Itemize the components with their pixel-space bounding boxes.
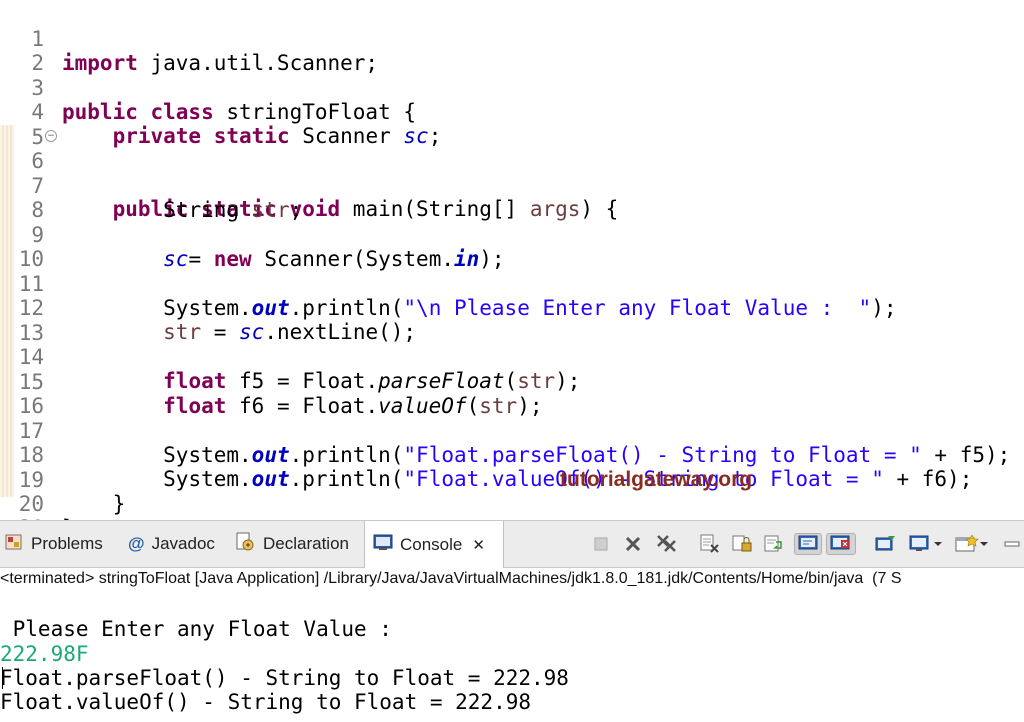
open-console-icon[interactable] (952, 533, 992, 555)
code-line: 12 str = sc.nextLine(); (0, 272, 1024, 296)
console-status-line: <terminated> stringToFloat [Java Applica… (0, 568, 1024, 590)
code-line: 4 private static Scanner sc; (0, 76, 1024, 100)
console-icon (373, 532, 393, 557)
problems-icon (4, 532, 24, 557)
code-line: 10 (0, 223, 1024, 247)
clear-console-icon[interactable] (698, 533, 722, 555)
tab-console[interactable]: Console ✕ (364, 521, 504, 568)
minimize-icon[interactable] (1000, 533, 1024, 555)
code-line: 15 float f6 = Float.valueOf(str); (0, 346, 1024, 370)
code-line: 9 sc= new Scanner(System.in); (0, 199, 1024, 223)
code-line: 19 } (0, 444, 1024, 468)
text-caret (2, 667, 3, 689)
tab-declaration[interactable]: Declaration (234, 521, 349, 567)
declaration-icon (234, 531, 256, 558)
code-line: 18 System.out.println("Float.valueOf() -… (0, 419, 1024, 443)
remove-launch-icon[interactable] (622, 533, 644, 555)
word-wrap-icon[interactable] (762, 533, 786, 555)
terminate-icon[interactable] (592, 533, 610, 555)
code-line: 6 − public static void main(String[] arg… (0, 125, 1024, 149)
console-output-line: Float.parseFloat() - String to Float = 2… (0, 666, 569, 690)
code-line: 21 (0, 492, 1024, 516)
code-line: 3 public class stringToFloat { (0, 52, 1024, 76)
code-line: 1 import java.util.Scanner; (0, 3, 1024, 27)
watermark: tutorialgateway.org (560, 468, 752, 492)
code-line: 13 (0, 297, 1024, 321)
code-line: 2 (0, 27, 1024, 51)
code-line: 17 System.out.println("Float.parseFloat(… (0, 395, 1024, 419)
console-input: 222.98F (0, 642, 89, 666)
show-stdout-icon[interactable] (794, 533, 822, 555)
console-prompt: Please Enter any Float Value : (0, 617, 405, 641)
code-line: 14 float f5 = Float.parseFloat(str); (0, 321, 1024, 345)
code-line: 16 (0, 370, 1024, 394)
code-line: 5 (0, 101, 1024, 125)
code-line: 8 (0, 174, 1024, 198)
scroll-lock-icon[interactable] (730, 533, 754, 555)
bottom-panel-tabbar: Problems @ Javadoc Declaration Console ✕ (0, 520, 1024, 568)
code-line: 20 } (0, 468, 1024, 492)
pin-console-icon[interactable] (872, 533, 900, 555)
tab-javadoc[interactable]: @ Javadoc (128, 521, 215, 567)
show-stderr-icon[interactable] (826, 533, 856, 555)
remove-all-terminated-icon[interactable] (654, 533, 680, 555)
at-icon: @ (128, 534, 145, 554)
code-editor[interactable]: 1 import java.util.Scanner; 2 3 public c… (0, 0, 1024, 520)
console-output-line: Float.valueOf() - String to Float = 222.… (0, 690, 531, 714)
collapse-icon[interactable]: − (45, 130, 57, 142)
display-console-icon[interactable] (906, 533, 946, 555)
tab-problems[interactable]: Problems (4, 521, 103, 567)
code-line: 7 String str; (0, 150, 1024, 174)
close-icon[interactable]: ✕ (472, 536, 485, 554)
code-line: 11 System.out.println("\n Please Enter a… (0, 248, 1024, 272)
